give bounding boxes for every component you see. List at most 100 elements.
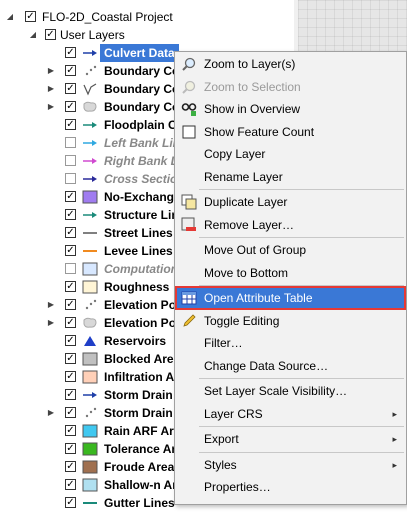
- duplicate-icon: [181, 194, 197, 210]
- plain-line-icon: [82, 244, 98, 258]
- menu-item-label: Layer CRS: [204, 406, 263, 421]
- menu-item-show-feature-count[interactable]: Show Feature Count: [176, 121, 405, 143]
- layer-label: Computation: [104, 262, 178, 276]
- group-checkbox[interactable]: ✓: [45, 29, 56, 40]
- layer-visibility-checkbox[interactable]: [65, 173, 76, 184]
- menu-item-label: Styles: [204, 457, 237, 472]
- expanded-arrow-icon[interactable]: ◢: [28, 26, 38, 44]
- menu-item-label: Show in Overview: [204, 102, 301, 116]
- menu-item-styles[interactable]: Styles ▸: [176, 454, 405, 476]
- layer-visibility-checkbox[interactable]: ✓: [65, 191, 76, 202]
- expand-arrow-icon[interactable]: ▶: [46, 62, 56, 80]
- fill-icon: [82, 460, 98, 474]
- menu-item-show-in-overview[interactable]: Show in Overview: [176, 98, 405, 120]
- expand-arrow-icon[interactable]: ▶: [46, 296, 56, 314]
- group-label: User Layers: [60, 28, 125, 42]
- layer-label: Structure Lin: [104, 208, 179, 222]
- layer-visibility-checkbox[interactable]: ✓: [65, 47, 76, 58]
- menu-item-duplicate-layer[interactable]: Duplicate Layer: [176, 191, 405, 213]
- layer-label: No-Exchang: [104, 190, 175, 204]
- layer-visibility-checkbox[interactable]: ✓: [65, 443, 76, 454]
- layer-visibility-checkbox[interactable]: ✓: [65, 407, 76, 418]
- triangle-icon: [82, 334, 98, 348]
- root-checkbox[interactable]: ✓: [25, 11, 36, 22]
- menu-item-remove-layer[interactable]: Remove Layer…: [176, 214, 405, 236]
- menu-separator: [199, 189, 404, 190]
- menu-item-move-to-bottom[interactable]: Move to Bottom: [176, 262, 405, 284]
- polygon-icon: [82, 316, 98, 330]
- layer-visibility-checkbox[interactable]: ✓: [65, 317, 76, 328]
- layer-visibility-checkbox[interactable]: ✓: [65, 389, 76, 400]
- expanded-arrow-icon[interactable]: ◢: [5, 8, 15, 26]
- layer-visibility-checkbox[interactable]: ✓: [65, 371, 76, 382]
- menu-item-copy-layer[interactable]: Copy Layer: [176, 143, 405, 165]
- menu-item-label: Open Attribute Table: [204, 291, 313, 305]
- layer-label: Cross Section: [104, 172, 185, 186]
- layer-visibility-checkbox[interactable]: ✓: [65, 245, 76, 256]
- menu-item-label: Set Layer Scale Visibility…: [204, 384, 348, 398]
- layer-label: Reservoirs: [104, 334, 167, 348]
- layer-label: Elevation Po: [104, 316, 177, 330]
- menu-item-move-out-of-group[interactable]: Move Out of Group: [176, 239, 405, 261]
- layer-label: Boundary Co: [104, 64, 180, 78]
- arrow-line-icon: [82, 154, 98, 168]
- layer-visibility-checkbox[interactable]: ✓: [65, 119, 76, 130]
- layer-visibility-checkbox[interactable]: ✓: [65, 497, 76, 508]
- menu-item-change-data-source[interactable]: Change Data Source…: [176, 355, 405, 377]
- layer-visibility-checkbox[interactable]: ✓: [65, 353, 76, 364]
- menu-item-label: Properties…: [204, 480, 271, 494]
- menu-item-properties[interactable]: Properties…: [176, 476, 405, 498]
- fill-icon: [82, 478, 98, 492]
- layer-visibility-checkbox[interactable]: [65, 263, 76, 274]
- expand-arrow-icon[interactable]: ▶: [46, 314, 56, 332]
- layer-visibility-checkbox[interactable]: ✓: [65, 425, 76, 436]
- menu-item-rename-layer[interactable]: Rename Layer: [176, 166, 405, 188]
- expand-arrow-icon[interactable]: ▶: [46, 98, 56, 116]
- submenu-arrow-icon: ▸: [392, 459, 397, 470]
- menu-item-label: Move to Bottom: [204, 265, 289, 280]
- menu-item-label: Move Out of Group: [204, 243, 307, 257]
- menu-item-filter[interactable]: Filter…: [176, 332, 405, 354]
- layer-visibility-checkbox[interactable]: ✓: [65, 281, 76, 292]
- menu-item-set-layer-scale-visibility[interactable]: Set Layer Scale Visibility…: [176, 380, 405, 402]
- menu-item-layer-crs[interactable]: Layer CRS ▸: [176, 403, 405, 425]
- menu-separator: [199, 451, 404, 453]
- layer-visibility-checkbox[interactable]: ✓: [65, 299, 76, 310]
- expand-arrow-icon[interactable]: ▶: [46, 404, 56, 422]
- layer-label: Tolerance Ar: [104, 442, 177, 456]
- layer-label: Left Bank Lin: [104, 136, 181, 150]
- group-row[interactable]: ◢ ✓ User Layers: [0, 26, 300, 44]
- menu-item-label: Zoom to Selection: [204, 79, 301, 94]
- layer-label: Elevation Po: [104, 298, 177, 312]
- layer-visibility-checkbox[interactable]: ✓: [65, 65, 76, 76]
- menu-item-zoom-to-layer-s[interactable]: Zoom to Layer(s): [176, 53, 405, 75]
- layer-visibility-checkbox[interactable]: ✓: [65, 335, 76, 346]
- fill-icon: [82, 190, 98, 204]
- fill-icon: [82, 352, 98, 366]
- overview-icon: [181, 101, 197, 117]
- menu-item-label: Copy Layer: [204, 147, 266, 161]
- layer-label: Street Lines: [104, 226, 173, 240]
- layer-visibility-checkbox[interactable]: ✓: [65, 461, 76, 472]
- layer-visibility-checkbox[interactable]: ✓: [65, 227, 76, 238]
- project-root-row[interactable]: ◢ ✓ FLO-2D_Coastal Project: [0, 8, 300, 26]
- fill-icon: [82, 442, 98, 456]
- expand-arrow-icon[interactable]: ▶: [46, 80, 56, 98]
- menu-item-open-attribute-table[interactable]: Open Attribute Table: [175, 286, 406, 310]
- menu-item-label: Duplicate Layer: [204, 195, 288, 209]
- arrow-line-icon: [82, 208, 98, 222]
- remove-layer-icon: [181, 217, 197, 233]
- menu-item-toggle-editing[interactable]: Toggle Editing: [176, 310, 405, 332]
- layer-visibility-checkbox[interactable]: [65, 155, 76, 166]
- menu-item-label: Rename Layer: [204, 169, 283, 184]
- menu-item-export[interactable]: Export ▸: [176, 428, 405, 450]
- layer-visibility-checkbox[interactable]: ✓: [65, 83, 76, 94]
- layer-visibility-checkbox[interactable]: ✓: [65, 479, 76, 490]
- menu-separator: [199, 285, 404, 286]
- layer-visibility-checkbox[interactable]: [65, 137, 76, 148]
- fill-icon: [82, 424, 98, 438]
- arrow-line-icon: [82, 46, 98, 60]
- layer-visibility-checkbox[interactable]: ✓: [65, 101, 76, 112]
- plain-line-icon: [82, 496, 98, 510]
- layer-visibility-checkbox[interactable]: ✓: [65, 209, 76, 220]
